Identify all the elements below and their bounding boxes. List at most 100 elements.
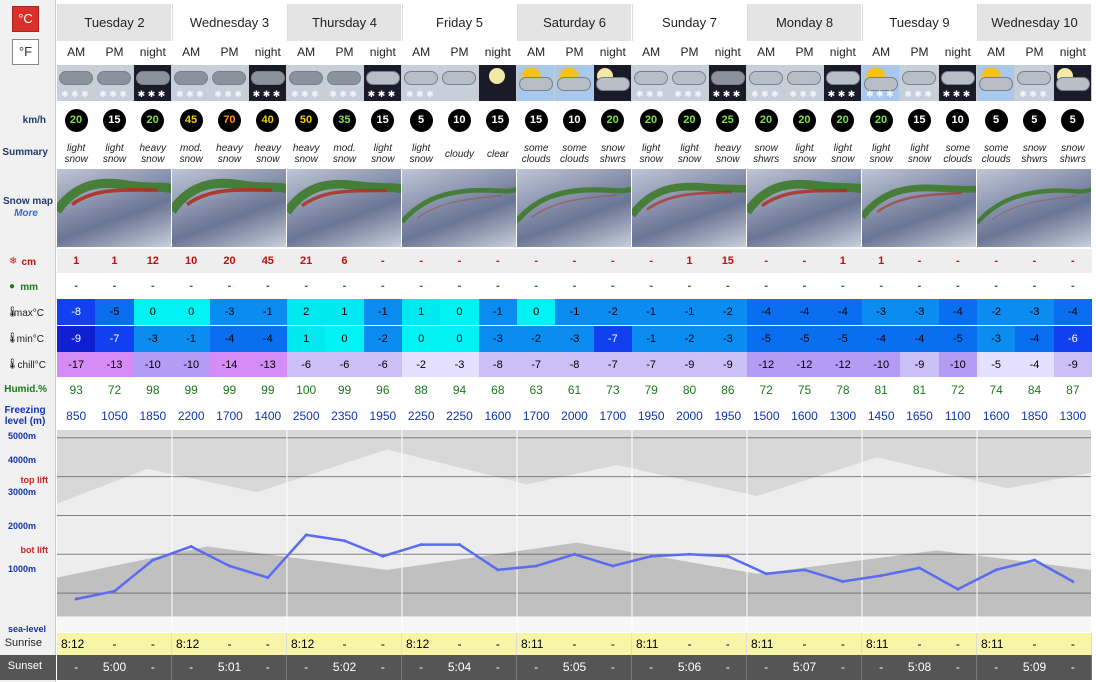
wind-speed-badge: 10 xyxy=(447,108,471,132)
summary-text: heavy snow xyxy=(292,143,320,165)
day-header[interactable]: Thursday 4 xyxy=(287,4,402,41)
chill-temp-value: -13 xyxy=(248,352,287,377)
wind-speed-label: km/h xyxy=(22,115,46,126)
snow-map-thumbnail[interactable] xyxy=(517,169,632,247)
max-temp-value: -5 xyxy=(95,299,134,325)
freezing-level-value: 1950 xyxy=(369,409,397,423)
freezing-level-chart xyxy=(57,430,1091,632)
max-temp-value: -1 xyxy=(670,299,709,325)
summary-text: heavy snow xyxy=(216,143,243,165)
period-label: AM xyxy=(297,45,316,59)
snow-map-more-link[interactable]: More xyxy=(0,208,38,219)
altitude-1000-label: 1000m xyxy=(7,564,36,574)
sunrise-dash: - xyxy=(495,637,500,651)
chill-temp-value: -7 xyxy=(593,352,632,377)
min-temp-value: -3 xyxy=(708,326,747,352)
snow-cm-value: - xyxy=(977,249,1016,273)
sunrise-dash: - xyxy=(150,637,155,651)
snow-map-thumbnail[interactable] xyxy=(287,169,402,247)
max-temp-value: 1 xyxy=(325,299,364,325)
wind-speed-badge: 10 xyxy=(946,108,970,132)
heavy-snow-icon: ✱ ✱ ✱ xyxy=(287,65,326,101)
freezing-level-point xyxy=(688,552,691,556)
summary-text: snow shwrs xyxy=(1059,143,1086,165)
snow-map-thumbnail[interactable] xyxy=(747,169,862,247)
max-temp-value: -1 xyxy=(248,299,287,325)
summary-text: cloudy xyxy=(445,148,474,160)
freezing-level-point xyxy=(1071,580,1075,583)
max-temp-value: -4 xyxy=(938,299,977,325)
sunset-time: 5:01 xyxy=(217,660,242,674)
wind-speed-value: 10 xyxy=(946,108,970,132)
day-header[interactable]: Wednesday 10 xyxy=(977,4,1092,41)
sunrise-dash: - xyxy=(802,637,807,651)
rain-mm-value: - xyxy=(1053,274,1092,298)
freezing-level-value: 2000 xyxy=(561,409,588,423)
day-header[interactable]: Sunday 7 xyxy=(632,4,747,41)
humidity-value: 74 xyxy=(989,383,1003,397)
day-header[interactable]: Tuesday 9 xyxy=(862,4,977,41)
day-header[interactable]: Monday 8 xyxy=(747,4,862,41)
humidity-value: 75 xyxy=(797,383,812,397)
sunrise-dash: - xyxy=(725,637,730,651)
snow-map-thumbnail[interactable] xyxy=(632,169,747,247)
freezing-level-value: 1600 xyxy=(982,409,1010,423)
sunrise-dash: - xyxy=(687,637,692,651)
wind-speed-badge: 20 xyxy=(677,108,701,132)
rain-mm-value: - xyxy=(440,274,479,298)
snow-map-thumbnail[interactable] xyxy=(172,169,287,247)
snow-cm-value: 1 xyxy=(95,249,134,273)
fahrenheit-button[interactable]: °F xyxy=(12,39,39,65)
freezing-level-value: 1450 xyxy=(867,409,895,423)
summary-text: light snow xyxy=(869,143,893,165)
freezing-level-value: 1400 xyxy=(254,409,282,423)
min-temp-value: -3 xyxy=(133,326,172,352)
period-label: night xyxy=(254,45,281,59)
min-temp-value: -1 xyxy=(172,326,211,352)
freezing-level-value: 2500 xyxy=(292,409,320,423)
freezing-level-value: 1600 xyxy=(484,409,512,423)
summary-text: light snow xyxy=(677,143,702,165)
bot-lift-label: bot lift xyxy=(20,545,49,555)
snow-map-thumbnail[interactable] xyxy=(402,169,517,247)
max-temp-value: -3 xyxy=(862,299,901,325)
snow-cm-value: - xyxy=(938,249,977,273)
rain-mm-value: - xyxy=(823,274,862,298)
period-label: night xyxy=(369,45,396,59)
snow-map-thumbnail[interactable] xyxy=(57,169,172,247)
freezing-level-point xyxy=(266,576,270,580)
wind-speed-value: 15 xyxy=(907,108,931,132)
freezing-level-value: 1700 xyxy=(599,409,627,423)
snow-map-thumbnail[interactable] xyxy=(977,169,1092,247)
celsius-button[interactable]: °C xyxy=(12,6,39,32)
humidity-value: 63 xyxy=(529,383,543,397)
chill-temp-value: -9 xyxy=(900,352,939,377)
snow-cm-value: - xyxy=(402,249,441,273)
chill-temp-value: -12 xyxy=(785,352,824,377)
snow-cm-value: - xyxy=(363,249,402,273)
max-temp-value: -2 xyxy=(708,299,747,325)
snow-cm-value: 21 xyxy=(287,249,326,273)
freezing-level-value: 1100 xyxy=(944,409,971,423)
sunset-dash: - xyxy=(304,660,309,674)
day-header[interactable]: Saturday 6 xyxy=(517,4,632,41)
min-temp-value: 0 xyxy=(440,326,479,352)
freezing-level-value: 2000 xyxy=(676,409,703,423)
day-header[interactable]: Wednesday 3 xyxy=(172,4,287,41)
period-label: AM xyxy=(412,45,431,59)
day-header[interactable]: Tuesday 2 xyxy=(57,4,172,41)
rain-mm-value: - xyxy=(977,274,1016,298)
snow-cm-value: 1 xyxy=(57,249,96,273)
rain-mm-value: - xyxy=(478,274,517,298)
altitude-3000-label: 3000m xyxy=(7,487,36,497)
period-label: night xyxy=(714,45,741,59)
wind-speed-badge: 40 xyxy=(256,108,280,132)
sunset-time: 5:07 xyxy=(792,660,817,674)
period-label: night xyxy=(1059,45,1086,59)
sunrise-label: Sunrise xyxy=(4,637,42,649)
chill-temp-value: -14 xyxy=(210,352,249,377)
sun-snow-icon: ✱ ✱ ✱ xyxy=(862,65,901,101)
snow-map-thumbnail[interactable] xyxy=(862,169,977,247)
day-header[interactable]: Friday 5 xyxy=(402,4,517,41)
period-label: AM xyxy=(67,45,86,59)
